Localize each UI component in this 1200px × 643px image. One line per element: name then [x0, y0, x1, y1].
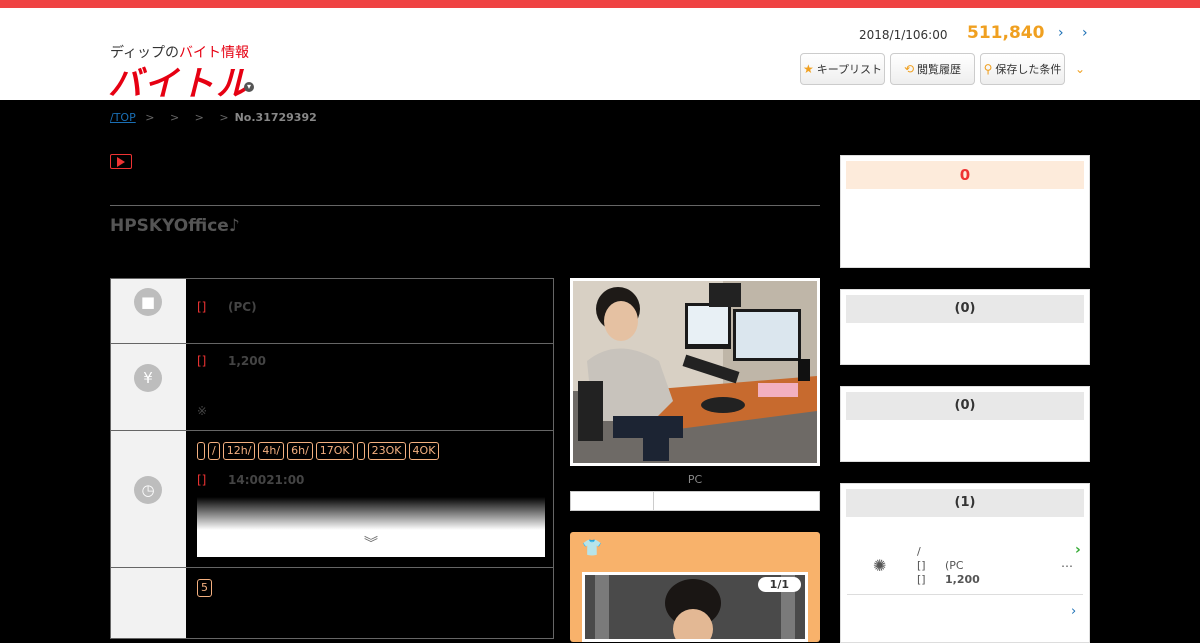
info-icon-cell: ◷ [111, 431, 186, 567]
chevron-right-icon[interactable]: › [1058, 25, 1064, 41]
sidebar-box-keep: 0 [840, 155, 1090, 268]
job-photo[interactable] [570, 278, 820, 466]
divider [110, 205, 820, 206]
time-text: 14:0021:00 [228, 473, 305, 487]
pay-text: 1,200 [228, 354, 266, 368]
staff-slide[interactable]: 1/1 [582, 572, 808, 642]
double-chevron-down-icon[interactable]: ︾ [364, 533, 378, 553]
time-tag: 17OK [315, 442, 354, 460]
history-item-pay: 1,200 [945, 573, 980, 586]
sidebar-box-3: (0) [840, 386, 1090, 462]
chevron-right-icon[interactable]: › [1082, 25, 1088, 41]
history-item-line: / [917, 545, 921, 558]
briefcase-icon: ■ [134, 288, 162, 316]
slide-pager: 1/1 [757, 577, 801, 592]
history-item-ellipsis: … [1061, 556, 1073, 570]
time-tag: 12h/ [222, 442, 256, 460]
photo-caption: PC [687, 473, 703, 486]
sidebar-box-history: (1) ✺ / [] (PC [] 1,200 … › › [840, 483, 1090, 643]
site-logo[interactable]: バイトル [108, 56, 252, 105]
shirt-icon: 👕 [582, 538, 602, 557]
pay-note: ※ [197, 404, 208, 418]
saved-search-label: 保存した条件 [995, 63, 1062, 76]
info-icon-cell: ■ [111, 279, 186, 343]
site-header: ディップのバイト情報 バイトル ▾ 2018/1/106:00 511,840 … [0, 8, 1200, 104]
yen-icon: ¥ [134, 364, 162, 392]
keep-list-label: キープリスト [816, 63, 883, 76]
info-row-place: 5 [111, 568, 553, 638]
history-item-tag: [] [917, 559, 926, 572]
history-button[interactable]: ⟲ 閲覧履歴 [890, 53, 975, 85]
saved-search-button[interactable]: ⚲ 保存した条件 [980, 53, 1065, 85]
video-icon[interactable] [110, 154, 132, 169]
thumb-divider [653, 492, 654, 510]
breadcrumb-separator: > [169, 111, 180, 124]
clock-icon: ◷ [134, 476, 162, 504]
breadcrumb-top-link[interactable]: /TOP [110, 111, 136, 124]
chevron-down-icon[interactable]: ⌄ [1075, 62, 1085, 76]
place-tag: 5 [197, 579, 212, 597]
info-row-pay: ¥ [] 1,200 ※ [111, 344, 553, 431]
divider [847, 594, 1083, 595]
time-tag: 6h/ [287, 442, 313, 460]
expand-more-area[interactable]: ︾ [197, 497, 545, 557]
breadcrumb-current: No.31729392 [234, 111, 317, 124]
sidebar-box-2-title: (0) [846, 295, 1084, 323]
info-row-work: ■ [] (PC) [111, 279, 553, 344]
work-text: (PC) [228, 300, 257, 314]
history-label: 閲覧履歴 [917, 63, 962, 76]
time-tags: / 12h/ 4h/ 6h/ 17OK 23OK 4OK [197, 442, 440, 460]
photo-thumbnails[interactable] [570, 491, 820, 511]
time-tag: 23OK [367, 442, 406, 460]
chevron-right-icon[interactable]: › [1075, 542, 1081, 558]
staff-panel: 👕 1/1 [570, 532, 820, 642]
office-photo-illustration [573, 281, 817, 463]
job-count: 511,840 [967, 23, 1045, 43]
update-date: 2018/1/106:00 [859, 28, 948, 42]
star-icon: ★ [802, 62, 814, 76]
pay-tag: [] [197, 354, 207, 368]
work-tag: [] [197, 300, 207, 314]
time-tag: 4h/ [258, 442, 285, 460]
sidebar-box-2: (0) [840, 289, 1090, 365]
job-title: HPSKYOffice♪ [110, 216, 240, 236]
chevron-right-icon[interactable]: › [1071, 604, 1076, 619]
time-tag-label: [] [197, 473, 207, 487]
breadcrumb-separator: > [194, 111, 204, 124]
top-accent-bar [0, 0, 1200, 8]
info-icon-cell: ¥ [111, 344, 186, 430]
time-tag [197, 442, 205, 460]
breadcrumb-separator: > [145, 111, 155, 124]
time-tag: / [208, 442, 220, 460]
search-icon: ⚲ [983, 62, 993, 76]
time-tag [356, 442, 365, 460]
info-row-time: ◷ / 12h/ 4h/ 6h/ 17OK 23OK 4OK [] 14:002… [111, 431, 553, 568]
chevron-down-icon[interactable]: ▾ [244, 82, 254, 92]
time-tag: 4OK [408, 442, 440, 460]
breadcrumb-separator: > [219, 111, 229, 124]
history-item-tag: [] [917, 573, 926, 586]
sidebar-box-3-title: (0) [846, 392, 1084, 420]
place-tags: 5 [197, 579, 212, 597]
info-icon-cell [111, 568, 186, 638]
loading-spinner-icon: ✺ [873, 556, 887, 575]
sidebar-box-keep-title: 0 [846, 161, 1084, 189]
breadcrumb: /TOP > > > > No.31729392 [110, 111, 317, 124]
sidebar-box-history-title: (1) [846, 489, 1084, 517]
keep-list-button[interactable]: ★ キープリスト [800, 53, 885, 85]
history-item-work: (PC [945, 559, 964, 572]
job-info-table: ■ [] (PC) ¥ [] 1,200 ※ ◷ / 12h/ 4h/ 6h/ … [110, 278, 554, 639]
history-icon: ⟲ [903, 62, 915, 76]
